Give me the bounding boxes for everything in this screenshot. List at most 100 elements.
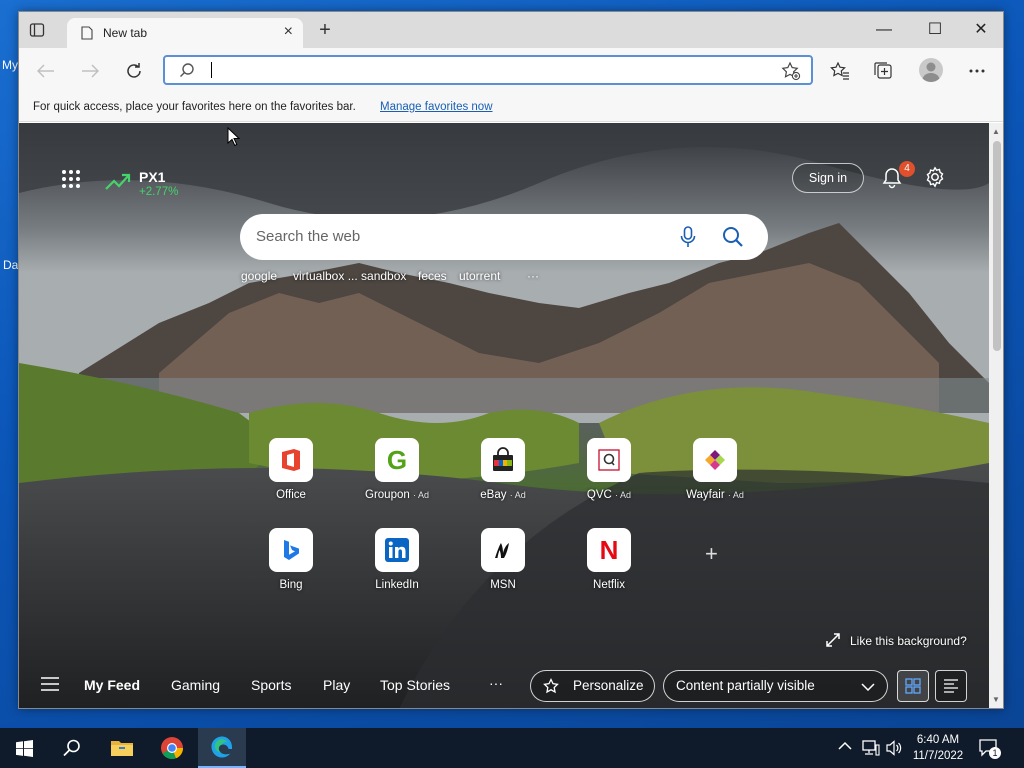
- forward-button[interactable]: [77, 58, 103, 84]
- taskbar-file-explorer[interactable]: [98, 728, 146, 768]
- settings-more-button[interactable]: [964, 58, 990, 84]
- stock-change: +2.77%: [139, 186, 179, 198]
- gear-icon[interactable]: [924, 166, 946, 188]
- quick-link-groupon[interactable]: G Groupon · Ad: [352, 438, 442, 518]
- grid-layout-button[interactable]: [897, 670, 929, 702]
- person-icon: [922, 62, 940, 82]
- taskbar-edge[interactable]: [198, 728, 246, 768]
- personalize-button[interactable]: Personalize: [530, 670, 655, 702]
- trending-item[interactable]: virtualbox ... sandbox: [293, 269, 406, 283]
- chevron-down-icon: [861, 683, 875, 691]
- trending-item[interactable]: google: [241, 269, 277, 283]
- ellipsis-icon: [969, 69, 985, 73]
- clock-time: 6:40 AM: [916, 734, 960, 746]
- chevron-up-icon[interactable]: [838, 741, 852, 751]
- feed-more-button[interactable]: ···: [489, 675, 503, 691]
- quick-link-office[interactable]: Office: [246, 438, 336, 518]
- chrome-icon: [161, 737, 184, 760]
- taskbar-search-button[interactable]: [48, 728, 96, 768]
- scrollbar-thumb[interactable]: [993, 141, 1001, 351]
- content-visibility-dropdown[interactable]: Content partially visible: [663, 670, 888, 702]
- clock-date: 11/7/2022: [912, 750, 964, 762]
- quick-link-bing[interactable]: Bing: [246, 528, 336, 608]
- network-icon[interactable]: [862, 740, 880, 756]
- action-center-button[interactable]: 1: [976, 736, 1001, 760]
- tab-new-tab[interactable]: New tab ×: [67, 18, 303, 48]
- apps-grid-icon[interactable]: [61, 169, 81, 189]
- new-tab-button[interactable]: +: [313, 19, 337, 43]
- browser-window: New tab × + — ☐ ✕ For quick access, plac…: [18, 11, 1004, 709]
- trending-more-button[interactable]: ···: [527, 269, 539, 283]
- volume-icon[interactable]: [886, 740, 902, 756]
- stock-symbol[interactable]: PX1: [139, 169, 165, 185]
- desktop-icon-label[interactable]: Da: [3, 258, 18, 272]
- ad-label: · Ad: [615, 490, 632, 500]
- refresh-button[interactable]: [121, 58, 147, 84]
- netflix-icon: N: [587, 528, 631, 572]
- profile-avatar[interactable]: [919, 58, 943, 82]
- quick-link-linkedin[interactable]: LinkedIn: [352, 528, 442, 608]
- arrow-left-icon: [37, 64, 54, 78]
- add-site-button[interactable]: +: [705, 541, 718, 567]
- tab-my-feed[interactable]: My Feed: [84, 677, 140, 693]
- list-layout-button[interactable]: [935, 670, 967, 702]
- quick-link-qvc[interactable]: QVC · Ad: [564, 438, 654, 518]
- tab-close-button[interactable]: ×: [284, 23, 293, 41]
- tab-gaming[interactable]: Gaming: [171, 677, 220, 693]
- expand-icon: [826, 633, 840, 647]
- quick-link-wayfair[interactable]: Wayfair · Ad: [670, 438, 760, 518]
- system-clock[interactable]: 6:40 AM 11/7/2022: [906, 732, 970, 764]
- tab-top-stories[interactable]: Top Stories: [380, 677, 450, 693]
- back-button[interactable]: [33, 58, 59, 84]
- quick-link-ebay[interactable]: eBay · Ad: [458, 438, 548, 518]
- search-placeholder: Search the web: [256, 228, 361, 245]
- quick-link-label: MSN: [490, 579, 516, 591]
- add-favorite-icon[interactable]: [781, 61, 801, 81]
- tab-title: New tab: [103, 26, 148, 40]
- start-button[interactable]: [0, 728, 48, 768]
- collections-icon: [874, 62, 892, 79]
- vertical-scrollbar[interactable]: ▲ ▼: [989, 123, 1003, 708]
- taskbar-chrome[interactable]: [148, 728, 196, 768]
- qvc-icon: [587, 438, 631, 482]
- page-icon: [81, 26, 93, 40]
- close-window-button[interactable]: ✕: [961, 18, 1001, 42]
- taskbar: 6:40 AM 11/7/2022 1: [0, 728, 1024, 768]
- quick-link-label: QVC: [586, 489, 612, 501]
- refresh-icon: [127, 63, 141, 78]
- collections-button[interactable]: [871, 58, 897, 84]
- address-bar[interactable]: [163, 55, 813, 85]
- quick-link-msn[interactable]: MSN: [458, 528, 548, 608]
- maximize-button[interactable]: ☐: [915, 18, 955, 42]
- quick-link-label: Bing: [279, 579, 303, 591]
- favorites-button[interactable]: [827, 58, 853, 84]
- web-search-input[interactable]: Search the web: [240, 214, 768, 260]
- minimize-button[interactable]: —: [864, 18, 904, 42]
- search-icon[interactable]: [722, 226, 744, 248]
- favorites-list-icon: [830, 62, 849, 80]
- feed-navigation-bar: My Feed Gaming Sports Play Top Stories ·…: [19, 663, 989, 708]
- sign-in-button[interactable]: Sign in: [792, 163, 864, 193]
- tab-play[interactable]: Play: [323, 677, 350, 693]
- scroll-down-arrow[interactable]: ▼: [992, 695, 1000, 704]
- menu-icon[interactable]: [41, 677, 59, 691]
- quick-link-label: Netflix: [593, 579, 625, 591]
- trending-item[interactable]: feces: [418, 269, 447, 283]
- desktop-icon-label[interactable]: My: [2, 58, 18, 72]
- content-visibility-value: Content partially visible: [676, 678, 815, 693]
- tab-sports[interactable]: Sports: [251, 677, 291, 693]
- scroll-up-arrow[interactable]: ▲: [992, 127, 1000, 136]
- like-background-link[interactable]: Like this background?: [826, 633, 967, 648]
- microphone-icon[interactable]: [680, 226, 696, 248]
- quick-link-label: eBay: [480, 489, 507, 501]
- manage-favorites-link[interactable]: Manage favorites now: [380, 101, 493, 113]
- quick-link-netflix[interactable]: N Netflix: [564, 528, 654, 608]
- edge-icon: [211, 736, 232, 758]
- background-image: [19, 123, 989, 708]
- toolbar: [19, 48, 1003, 92]
- wayfair-icon: [693, 438, 737, 482]
- tab-actions-icon[interactable]: [29, 22, 55, 42]
- trending-item[interactable]: utorrent: [459, 269, 500, 283]
- new-tab-page: PX1 +2.77% Sign in 4 Search the web goog…: [19, 123, 989, 708]
- ad-label: · Ad: [727, 490, 744, 500]
